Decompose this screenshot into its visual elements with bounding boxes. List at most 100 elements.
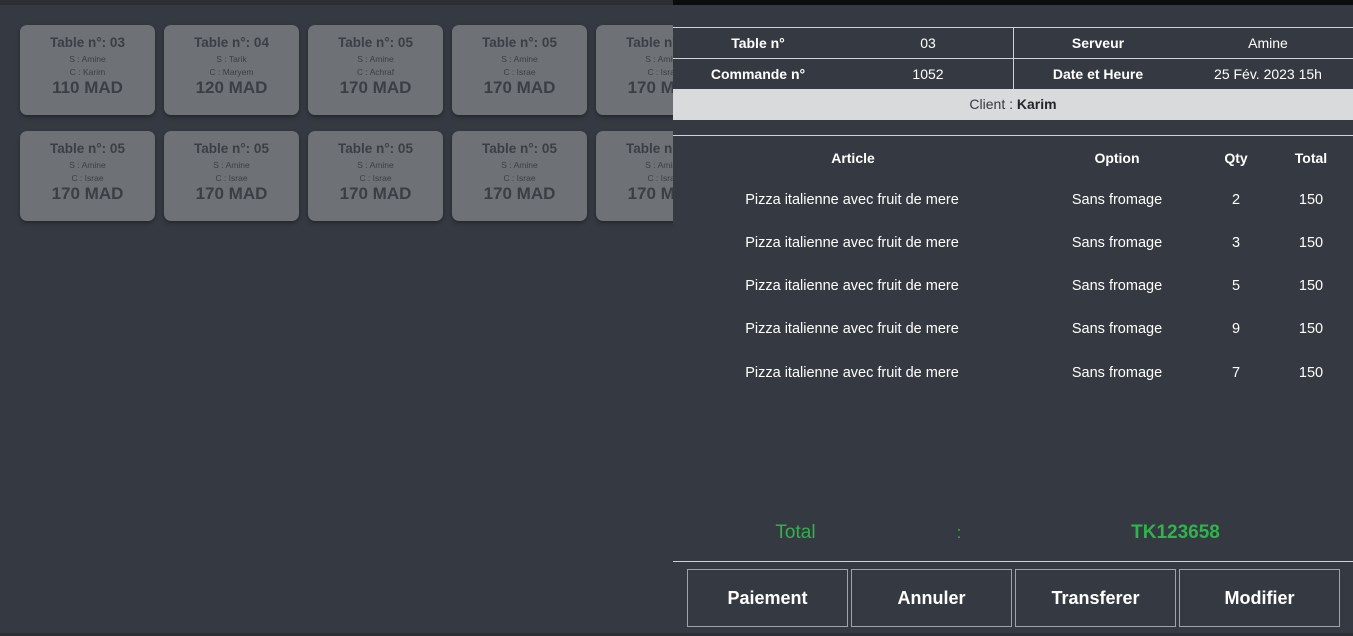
table-card-server: S : Amine [357,54,394,64]
table-card-number: Table n°: 03 [50,35,125,50]
item-qty: 3 [1231,235,1241,251]
order-item-row[interactable]: Pizza italienne avec fruit de mere Sans … [673,192,1353,222]
table-card-amount: 170 MAD [627,184,673,203]
total-value: TK123658 [1131,522,1220,543]
table-card-client: C : Israe [503,67,536,77]
item-total: 150 [1298,365,1324,381]
table-card-amount: 170 MAD [51,184,124,203]
server-label: Serveur [1071,35,1125,51]
item-article: Pizza italienne avec fruit de mere [745,192,959,208]
item-qty: 2 [1231,192,1241,208]
transfer-button[interactable]: Transferer [1015,569,1176,627]
table-card-number: Table n°: 05 [194,141,269,156]
command-number-label: Commande n° [710,66,806,82]
item-article: Pizza italienne avec fruit de mere [745,365,959,381]
item-option: Sans fromage [1071,235,1163,251]
command-number-value: 1052 [912,66,944,82]
order-item-row[interactable]: Pizza italienne avec fruit de mere Sans … [673,235,1353,265]
total-separator: : [956,523,962,542]
total-label: Total [775,522,816,543]
table-card-amount: 170 MAD [483,184,556,203]
table-card[interactable]: Table n°: 05 S : Amine C : Israe 170 MAD [452,25,587,115]
item-option: Sans fromage [1071,278,1163,294]
table-divider [673,135,1353,136]
table-card[interactable]: Table n°: 05 S : Amine C : Israe 170 MAD [308,131,443,221]
item-qty: 7 [1231,365,1241,381]
table-card-server: S : Amine [501,160,538,170]
table-card[interactable]: Table n°: 03 S : Amine C : Karim 110 MAD [20,25,155,115]
table-card[interactable]: Table n°: 05 S : Amine C : Israe 170 MAD [20,131,155,221]
table-card-number: Table n°: 05 [50,141,125,156]
table-card-client: C : Israe [647,173,673,183]
table-number-value: 03 [920,35,936,51]
actions-divider [673,561,1353,562]
table-card[interactable]: Table n°: 04 S : Tarik C : Maryem 120 MA… [164,25,299,115]
item-qty: 9 [1231,321,1241,337]
table-card-server: S : Amine [69,54,106,64]
table-card-client: C : Karim [69,67,106,77]
date-time-value: 25 Fév. 2023 15h [1214,66,1322,82]
order-detail-panel: Table n° 03 Serveur Amine Commande n° 10… [673,5,1353,636]
table-card-client: C : Maryem [209,67,254,77]
table-card-amount: 170 MAD [483,78,556,97]
modify-button[interactable]: Modifier [1179,569,1340,627]
table-card-client: C : Achraf [356,67,395,77]
table-card[interactable]: Table n°: 05 S : Amine C : Israe 170 MAD [452,131,587,221]
order-item-row[interactable]: Pizza italienne avec fruit de mere Sans … [673,278,1353,308]
tables-grid: Table n°: 03 S : Amine C : Karim 110 MAD… [0,5,673,636]
table-card[interactable]: Table n°: 05 S : Amine C : Israe 170 MAD [164,131,299,221]
column-header-qty: Qty [1224,150,1248,166]
client-bar: Client : Karim [673,89,1353,120]
server-value: Amine [1248,35,1288,51]
table-card-server: S : Amine [69,160,106,170]
table-card-number: Table n°: 05 [482,141,557,156]
table-card-amount: 170 MAD [627,78,673,97]
table-card-server: S : Amine [645,160,673,170]
table-number-label: Table n° [731,35,785,51]
item-article: Pizza italienne avec fruit de mere [745,235,959,251]
info-divider [1013,27,1014,89]
item-option: Sans fromage [1071,365,1163,381]
table-card-client: C : Israe [215,173,248,183]
item-qty: 5 [1231,278,1241,294]
date-time-label: Date et Heure [1052,66,1144,82]
table-card-server: S : Amine [357,160,394,170]
table-card[interactable]: Table n°: 05 S : Amine C : Achraf 170 MA… [308,25,443,115]
table-card-server: S : Amine [213,160,250,170]
column-header-option: Option [1094,150,1140,166]
table-card-number: Table n°: 05 [626,141,673,156]
table-card-client: C : Israe [71,173,104,183]
item-article: Pizza italienne avec fruit de mere [745,278,959,294]
table-card-client: C : Israe [647,67,673,77]
cancel-button[interactable]: Annuler [851,569,1012,627]
order-item-row[interactable]: Pizza italienne avec fruit de mere Sans … [673,365,1353,395]
item-total: 150 [1298,321,1324,337]
item-option: Sans fromage [1071,321,1163,337]
table-card-number: Table n°: 05 [338,35,413,50]
table-card-server: S : Tarik [216,54,247,64]
table-card-amount: 170 MAD [195,184,268,203]
table-card-number: Table n°: 05 [482,35,557,50]
table-card-server: S : Amine [501,54,538,64]
table-card-number: Table n°: 05 [626,35,673,50]
item-article: Pizza italienne avec fruit de mere [745,321,959,337]
table-card-client: C : Israe [359,173,392,183]
table-card-number: Table n°: 04 [194,35,269,50]
table-card-amount: 110 MAD [52,78,123,97]
item-total: 150 [1298,235,1324,251]
order-item-row[interactable]: Pizza italienne avec fruit de mere Sans … [673,321,1353,351]
table-card-amount: 170 MAD [339,78,412,97]
pay-button[interactable]: Paiement [687,569,848,627]
table-card[interactable]: Table n°: 05 S : Amine C : Israe 170 MAD [596,25,673,115]
column-header-total: Total [1294,150,1328,166]
table-card-client: C : Israe [503,173,536,183]
client-name: Karim [1016,96,1057,112]
item-total: 150 [1298,278,1324,294]
item-option: Sans fromage [1071,192,1163,208]
table-card-number: Table n°: 05 [338,141,413,156]
table-card-amount: 120 MAD [195,78,268,97]
item-total: 150 [1298,192,1324,208]
table-card-server: S : Amine [645,54,673,64]
table-card[interactable]: Table n°: 05 S : Amine C : Israe 170 MAD [596,131,673,221]
column-header-article: Article [831,150,875,166]
